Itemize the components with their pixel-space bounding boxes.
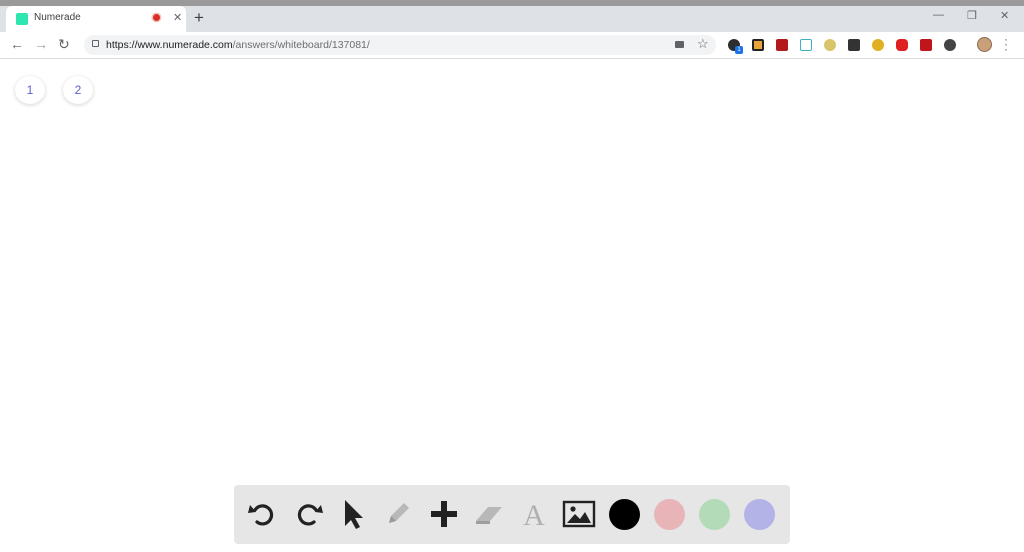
color-swatch-pink[interactable] [654, 499, 685, 530]
back-icon[interactable]: ← [10, 36, 24, 52]
pointer-icon[interactable] [336, 497, 370, 531]
extension-m-icon[interactable] [920, 39, 932, 51]
tab-title: Numerade [34, 12, 81, 23]
bookmark-star-icon[interactable]: ☆ [697, 36, 709, 52]
extension-youtube-icon[interactable] [896, 39, 908, 51]
restore-icon[interactable]: ❐ [967, 9, 977, 22]
extension-circle-icon[interactable] [944, 39, 956, 51]
pencil-icon[interactable] [381, 497, 415, 531]
url-path: /answers/whiteboard/137081/ [232, 39, 370, 51]
address-bar[interactable]: https://www.numerade.com/answers/whitebo… [84, 35, 716, 55]
extension-gear-icon[interactable] [872, 39, 884, 51]
extension-download-icon[interactable] [848, 39, 860, 51]
eraser-icon[interactable] [472, 497, 506, 531]
text-icon[interactable]: A [517, 497, 551, 531]
undo-icon[interactable] [246, 497, 280, 531]
profile-avatar[interactable] [977, 37, 992, 52]
extension-pdf-icon[interactable] [776, 39, 788, 51]
extension-screen-icon[interactable] [800, 39, 812, 51]
redo-icon[interactable] [291, 497, 325, 531]
page-button-1[interactable]: 1 [15, 76, 45, 104]
minimize-icon[interactable]: — [933, 9, 944, 21]
tab-close-icon[interactable]: ✕ [173, 11, 182, 24]
window-close-icon[interactable]: ✕ [1000, 9, 1009, 22]
reload-icon[interactable]: ↻ [58, 36, 70, 53]
menu-dots-icon[interactable]: · · · [1004, 33, 1008, 55]
color-swatch-lavender[interactable] [744, 499, 775, 530]
extension-palette-icon[interactable] [824, 39, 836, 51]
browser-tab[interactable]: Numerade ✕ [6, 6, 186, 32]
recording-indicator-icon [153, 14, 160, 21]
plus-icon[interactable] [427, 497, 461, 531]
url-host: https://www.numerade.com [106, 39, 233, 51]
extension-orange-icon[interactable] [752, 39, 764, 51]
lock-icon [92, 40, 99, 47]
whiteboard-toolbar: A [234, 485, 790, 544]
browser-toolbar: ← → ↻ https://www.numerade.com/answers/w… [0, 32, 1024, 59]
tab-strip: Numerade ✕ + — ❐ ✕ [0, 6, 1024, 32]
image-icon[interactable] [562, 497, 596, 531]
color-swatch-black[interactable] [609, 499, 640, 530]
new-tab-button[interactable]: + [194, 8, 204, 28]
numerade-favicon-icon [16, 13, 28, 25]
forward-icon[interactable]: → [34, 36, 48, 52]
page-button-2[interactable]: 2 [63, 76, 93, 104]
extension-badge: 1 [735, 46, 743, 54]
camera-icon[interactable] [675, 41, 684, 48]
color-swatch-green[interactable] [699, 499, 730, 530]
url-text[interactable]: https://www.numerade.com/answers/whitebo… [106, 39, 370, 51]
text-icon-glyph: A [523, 499, 545, 531]
